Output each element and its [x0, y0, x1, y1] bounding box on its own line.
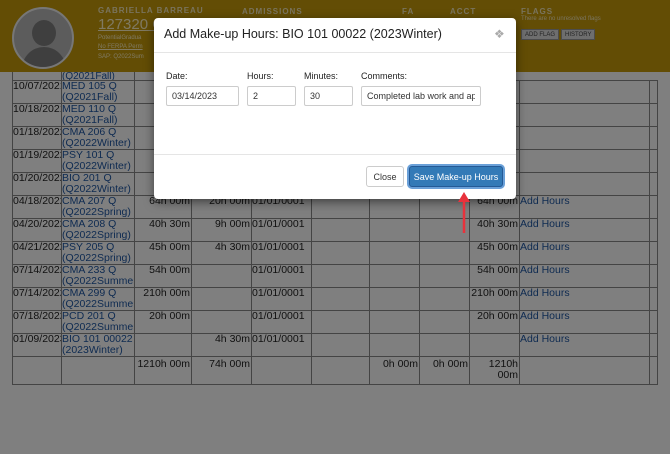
date-label: Date: [166, 71, 188, 81]
annotation-arrow-icon [458, 192, 470, 233]
minutes-label: Minutes: [304, 71, 339, 81]
date-input[interactable] [166, 86, 239, 106]
close-button[interactable]: Close [366, 166, 404, 187]
save-makeup-hours-button[interactable]: Save Make-up Hours [409, 166, 503, 187]
header-divider [154, 52, 516, 53]
footer-divider [154, 154, 516, 155]
modal-title: Add Make-up Hours: BIO 101 00022 (2023Wi… [164, 27, 442, 41]
add-makeup-hours-modal: Add Make-up Hours: BIO 101 00022 (2023Wi… [154, 18, 516, 199]
comments-label: Comments: [361, 71, 408, 81]
settings-icon[interactable]: ❖ [494, 27, 505, 41]
comments-input[interactable] [361, 86, 481, 106]
hours-label: Hours: [247, 71, 274, 81]
minutes-input[interactable] [304, 86, 353, 106]
hours-input[interactable] [247, 86, 296, 106]
